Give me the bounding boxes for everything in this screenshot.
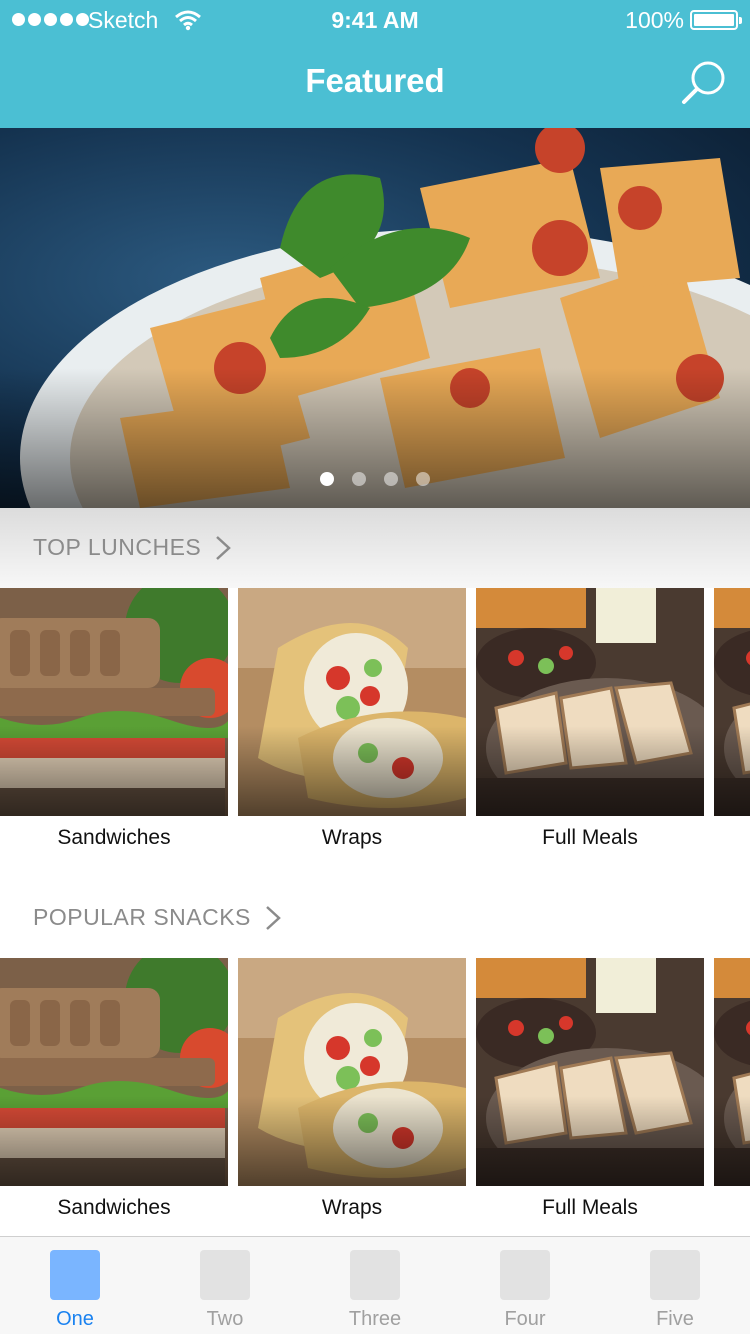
card-row-top-lunches: Sandwiches Wraps Full Meals — [0, 588, 750, 858]
tab-label: Three — [348, 1308, 402, 1330]
card-row-popular-snacks: Sandwiches Wraps Full Meals — [0, 958, 750, 1228]
card-label: Wraps — [321, 826, 383, 849]
hero-gradient — [0, 368, 750, 508]
full-meal-image — [476, 588, 704, 816]
search-icon — [682, 61, 725, 104]
sandwich-image — [0, 958, 228, 1186]
tab-label: Five — [656, 1308, 694, 1330]
battery-icon — [690, 10, 742, 30]
category-card-full-meals[interactable]: Full Meals — [476, 958, 704, 1228]
sandwich-image — [714, 588, 750, 816]
tab-placeholder-icon — [50, 1250, 100, 1300]
chevron-right-icon — [266, 905, 281, 930]
tab-five[interactable]: Five — [600, 1237, 750, 1334]
tab-label: One — [56, 1308, 94, 1330]
tab-label: Four — [504, 1308, 546, 1330]
section-title: TOP LUNCHES — [33, 534, 202, 560]
nav-header: Sketch 9:41 AM 100% Featured — [0, 0, 750, 128]
card-label: Sandwiches — [57, 1196, 171, 1219]
chevron-right-icon — [216, 535, 232, 560]
page-dot[interactable] — [352, 472, 366, 486]
full-meal-image — [714, 958, 750, 1186]
category-card-peek[interactable] — [714, 588, 750, 858]
card-label: Full Meals — [542, 826, 638, 849]
tab-four[interactable]: Four — [450, 1237, 600, 1334]
tab-placeholder-icon — [200, 1250, 250, 1300]
wrap-image — [238, 958, 466, 1186]
sandwich-image — [0, 588, 228, 816]
full-meal-image — [476, 958, 704, 1186]
category-card-sandwiches[interactable]: Sandwiches — [0, 588, 228, 858]
tab-three[interactable]: Three — [300, 1237, 450, 1334]
category-card-wraps[interactable]: Wraps — [238, 958, 466, 1228]
tab-two[interactable]: Two — [150, 1237, 300, 1334]
tab-one[interactable]: One — [0, 1237, 150, 1334]
search-button[interactable] — [678, 58, 730, 110]
card-label: Wraps — [321, 1196, 383, 1219]
featured-carousel[interactable] — [0, 128, 750, 508]
page-dot[interactable] — [320, 472, 334, 486]
card-label: Sandwiches — [57, 826, 171, 849]
section-header-popular-snacks[interactable]: POPULAR SNACKS — [0, 878, 750, 958]
category-card-full-meals[interactable]: Full Meals — [476, 588, 704, 858]
page-dot[interactable] — [384, 472, 398, 486]
page-dot[interactable] — [416, 472, 430, 486]
wrap-image — [238, 588, 466, 816]
category-card-wraps[interactable]: Wraps — [238, 588, 466, 858]
section-title: POPULAR SNACKS — [33, 904, 251, 930]
tab-bar: One Two Three Four Five — [0, 1236, 750, 1334]
tab-label: Two — [206, 1308, 244, 1330]
category-card-peek[interactable] — [714, 958, 750, 1228]
card-label: Full Meals — [542, 1196, 638, 1219]
status-bar: Sketch 9:41 AM 100% — [0, 0, 750, 40]
carousel-page-indicator[interactable] — [0, 472, 750, 486]
page-title: Featured — [305, 62, 445, 99]
section-header-top-lunches[interactable]: TOP LUNCHES — [0, 508, 750, 588]
battery-percentage: 100% — [625, 7, 684, 33]
tab-placeholder-icon — [650, 1250, 700, 1300]
category-card-sandwiches[interactable]: Sandwiches — [0, 958, 228, 1228]
tab-placeholder-icon — [500, 1250, 550, 1300]
tab-placeholder-icon — [350, 1250, 400, 1300]
